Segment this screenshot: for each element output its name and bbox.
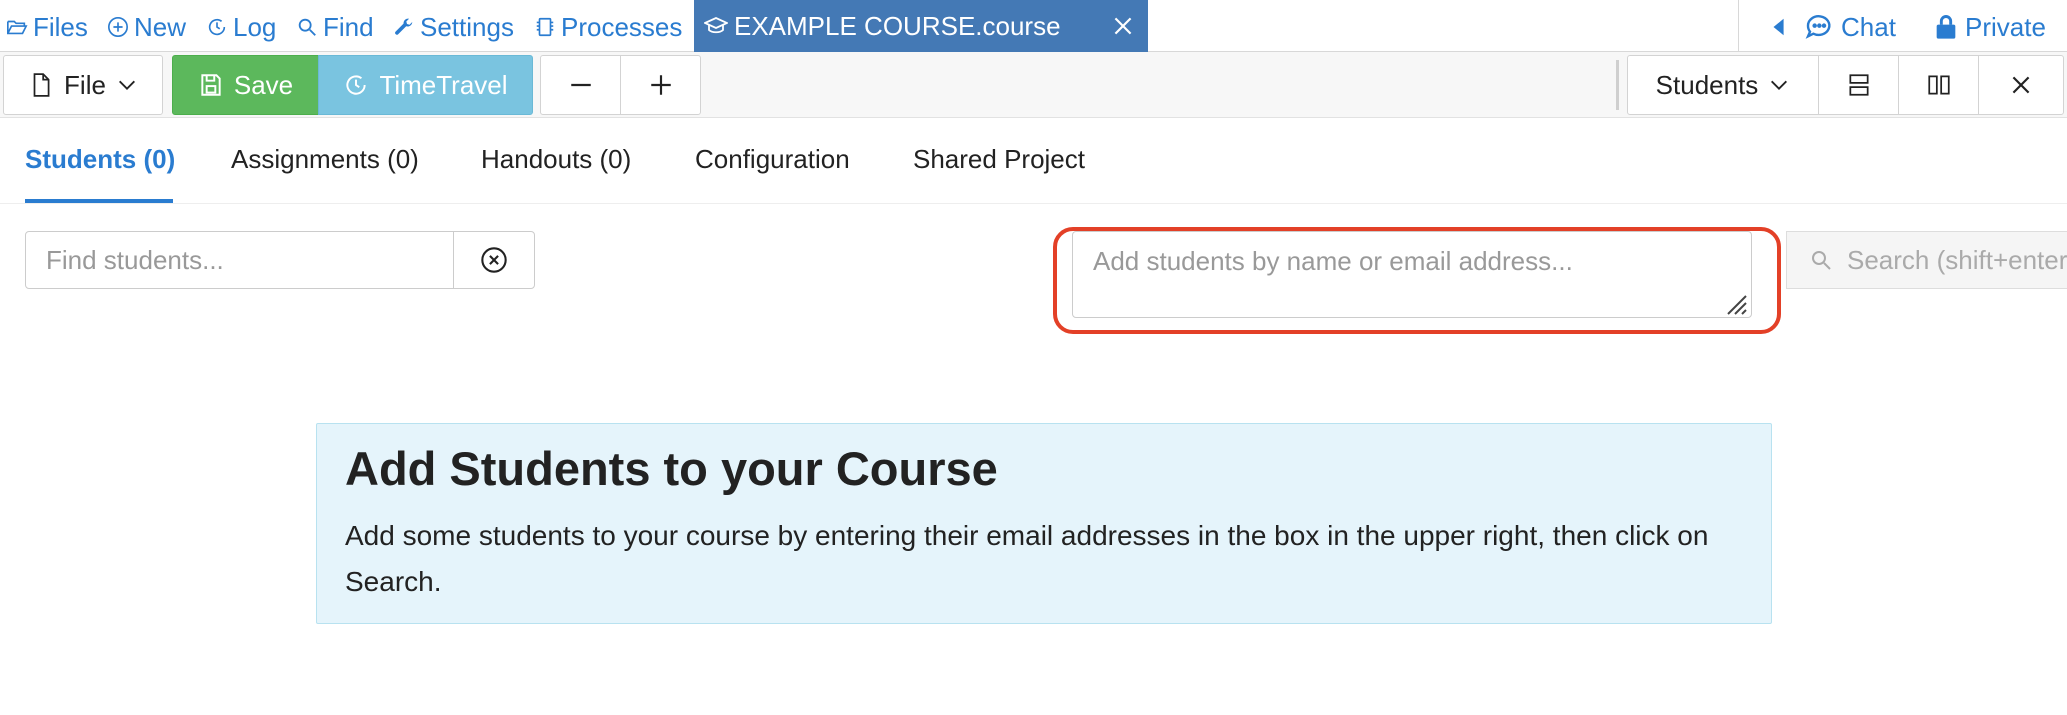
resize-grip-icon[interactable] xyxy=(1722,290,1748,316)
close-icon xyxy=(2008,72,2034,98)
editor-toolbar: File Save TimeTravel Students xyxy=(0,52,2067,118)
tab-example-course-label: EXAMPLE COURSE.course xyxy=(734,10,1061,41)
tab-example-course[interactable]: EXAMPLE COURSE.course xyxy=(694,0,1148,52)
nav-files[interactable]: Files xyxy=(6,12,88,42)
tab-configuration[interactable]: Configuration xyxy=(695,144,850,175)
tab-handouts[interactable]: Handouts (0) xyxy=(481,144,631,175)
split-vertical-button[interactable] xyxy=(1898,55,1979,115)
clear-search-button[interactable] xyxy=(453,231,535,289)
graduation-cap-icon xyxy=(704,14,728,38)
course-tabs: Students (0) Assignments (0) Handouts (0… xyxy=(0,118,2067,204)
caret-left-icon xyxy=(1768,16,1790,38)
nav-settings[interactable]: Settings xyxy=(393,12,514,42)
lock-icon xyxy=(1932,12,1960,42)
microchip-icon xyxy=(534,16,556,38)
nav-log-label: Log xyxy=(233,11,277,42)
nav-files-label: Files xyxy=(33,11,88,42)
info-body: Add some students to your course by ente… xyxy=(345,519,1709,597)
history-icon xyxy=(206,16,228,38)
nav-new[interactable]: New xyxy=(107,12,186,42)
split-vertical-icon xyxy=(1926,72,1952,98)
tab-assignments[interactable]: Assignments (0) xyxy=(231,144,419,175)
find-students-input[interactable] xyxy=(25,231,455,289)
frame-type-select[interactable]: Students xyxy=(1627,55,1819,115)
collapse-arrow[interactable] xyxy=(1768,12,1790,42)
nav-chat-label: Chat xyxy=(1841,11,1896,42)
nav-processes[interactable]: Processes xyxy=(534,12,682,42)
chat-icon xyxy=(1804,11,1836,43)
timetravel-button[interactable]: TimeTravel xyxy=(318,55,533,115)
save-button[interactable]: Save xyxy=(172,55,319,115)
nav-private[interactable]: Private xyxy=(1932,12,2046,42)
tab-shared-project[interactable]: Shared Project xyxy=(913,144,1085,175)
wrench-icon xyxy=(393,16,415,38)
info-title: Add Students to your Course xyxy=(345,442,998,495)
search-icon xyxy=(1809,248,1833,272)
chevron-down-icon xyxy=(1768,74,1790,96)
add-students-textarea[interactable] xyxy=(1072,231,1752,318)
minus-icon xyxy=(568,72,594,98)
nav-find[interactable]: Find xyxy=(296,12,374,42)
nav-find-label: Find xyxy=(323,11,374,42)
times-circle-icon xyxy=(480,246,508,274)
top-navigation-bar: Files New Log Find Settings Processes EX… xyxy=(0,0,2067,52)
add-students-info-box: Add Students to your Course Add some stu… xyxy=(316,423,1772,624)
history-icon xyxy=(343,72,369,98)
search-icon xyxy=(296,16,318,38)
decrease-font-button[interactable] xyxy=(540,55,621,115)
chevron-down-icon xyxy=(116,74,138,96)
close-frame-button[interactable] xyxy=(1978,55,2064,115)
search-button-label: Search (shift+enter) xyxy=(1847,244,2067,275)
nav-private-label: Private xyxy=(1965,11,2046,42)
nav-log[interactable]: Log xyxy=(206,12,276,42)
nav-processes-label: Processes xyxy=(561,11,683,42)
plus-circle-icon xyxy=(107,16,129,38)
nav-new-label: New xyxy=(134,11,187,42)
timetravel-label: TimeTravel xyxy=(379,69,508,100)
increase-font-button[interactable] xyxy=(620,55,701,115)
search-students-button[interactable]: Search (shift+enter) xyxy=(1786,231,2067,289)
file-menu-button[interactable]: File xyxy=(3,55,163,115)
file-menu-label: File xyxy=(64,69,106,100)
file-icon xyxy=(28,72,54,98)
close-tab-icon[interactable] xyxy=(1110,13,1136,39)
nav-settings-label: Settings xyxy=(420,11,514,42)
nav-chat[interactable]: Chat xyxy=(1804,12,1896,42)
save-icon xyxy=(198,72,224,98)
tab-students[interactable]: Students (0) xyxy=(25,144,175,175)
save-label: Save xyxy=(233,69,294,100)
frame-type-label: Students xyxy=(1655,69,1759,100)
split-horizontal-icon xyxy=(1846,72,1872,98)
folder-open-icon xyxy=(6,16,28,38)
active-tab-indicator xyxy=(25,199,173,203)
plus-icon xyxy=(648,72,674,98)
split-horizontal-button[interactable] xyxy=(1818,55,1899,115)
nav-divider xyxy=(1738,0,1739,52)
toolbar-divider xyxy=(1616,60,1619,110)
